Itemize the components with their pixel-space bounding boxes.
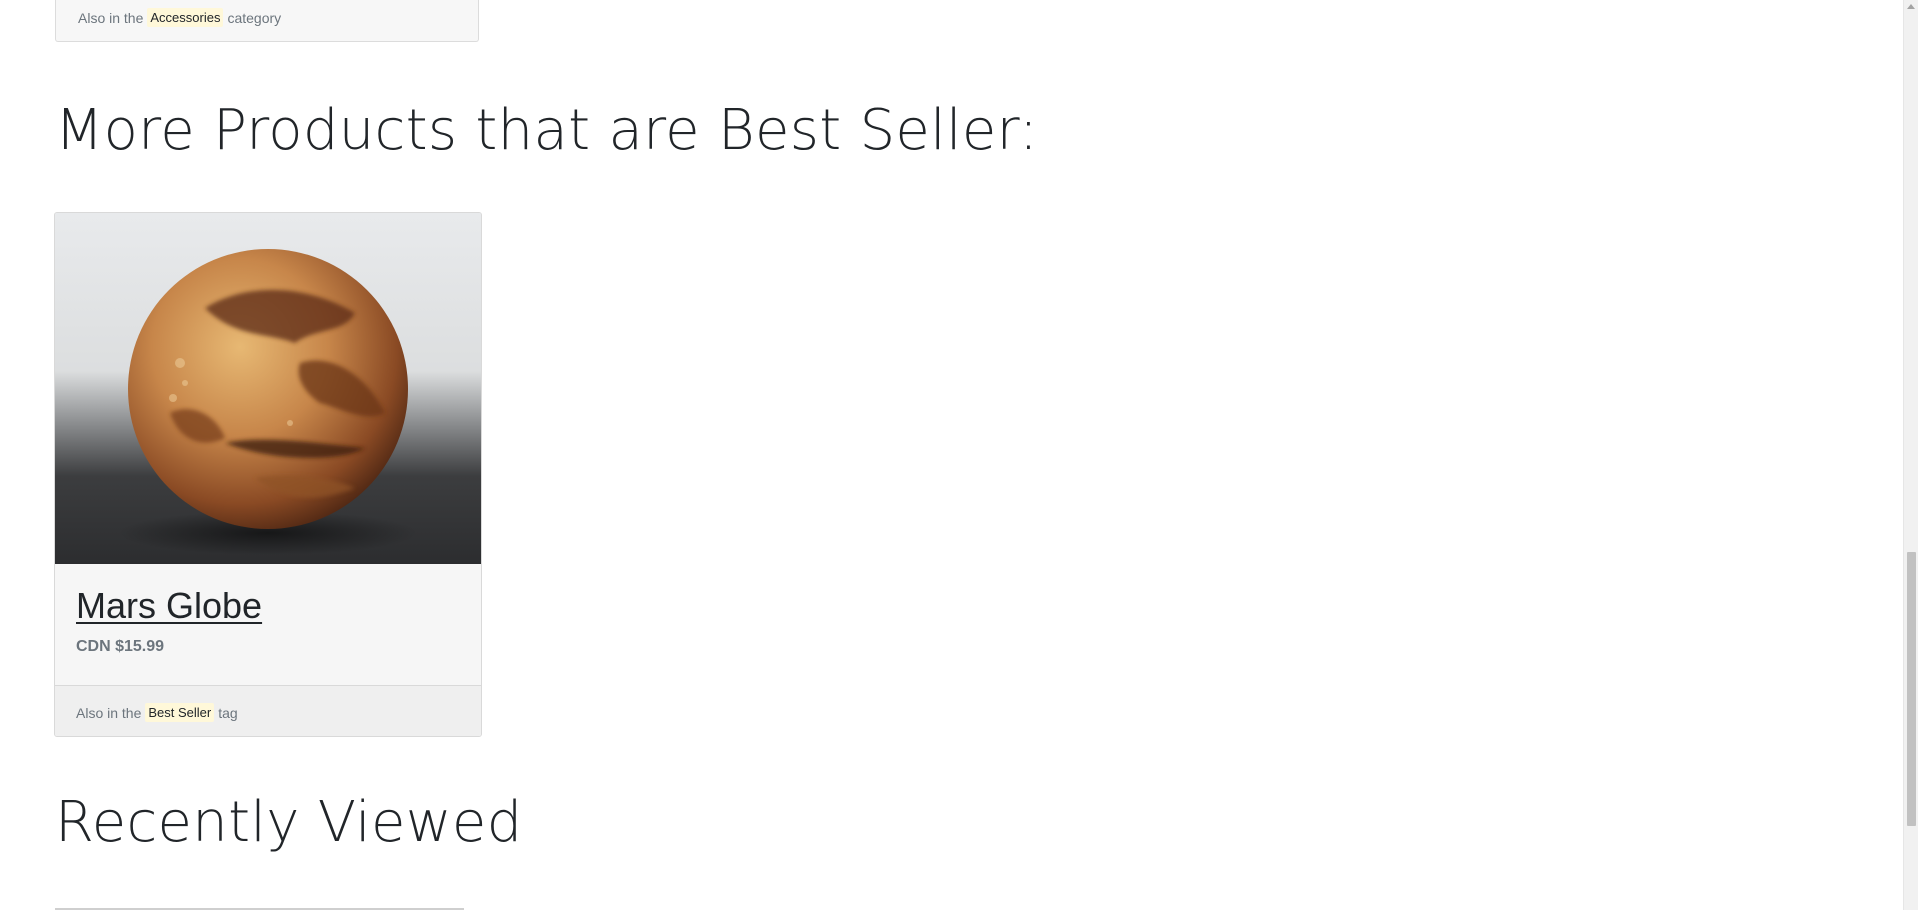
product-card-footer: Also in the Best Seller tag xyxy=(55,685,481,736)
tag-chip-best-seller[interactable]: Best Seller xyxy=(145,703,215,722)
best-seller-section-title: More Products that are Best Seller: xyxy=(55,98,1039,163)
product-image[interactable] xyxy=(55,213,481,564)
footer-suffix: category xyxy=(227,9,282,26)
card-footer-text: Also in the Accessories category xyxy=(78,8,281,27)
category-chip-accessories[interactable]: Accessories xyxy=(147,8,224,27)
recently-viewed-section-title: Recently Viewed xyxy=(55,790,523,855)
product-card-mars-globe[interactable]: Mars Globe CDN $15.99 Also in the Best S… xyxy=(54,212,482,737)
product-price: CDN $15.99 xyxy=(76,638,165,655)
footer-suffix: tag xyxy=(218,704,238,721)
footer-prefix: Also in the xyxy=(76,704,142,721)
mars-globe-image xyxy=(118,249,418,555)
page: Also in the Accessories category More Pr… xyxy=(0,0,1918,910)
scrollbar-thumb[interactable] xyxy=(1907,552,1916,826)
footer-prefix: Also in the xyxy=(78,9,144,26)
accessories-card-footer: Also in the Accessories category xyxy=(55,0,479,42)
product-title-link[interactable]: Mars Globe xyxy=(76,585,262,627)
scroll-up-arrow-icon[interactable] xyxy=(1907,4,1915,9)
vertical-scrollbar[interactable] xyxy=(1903,0,1918,910)
card-footer-text: Also in the Best Seller tag xyxy=(76,703,238,722)
